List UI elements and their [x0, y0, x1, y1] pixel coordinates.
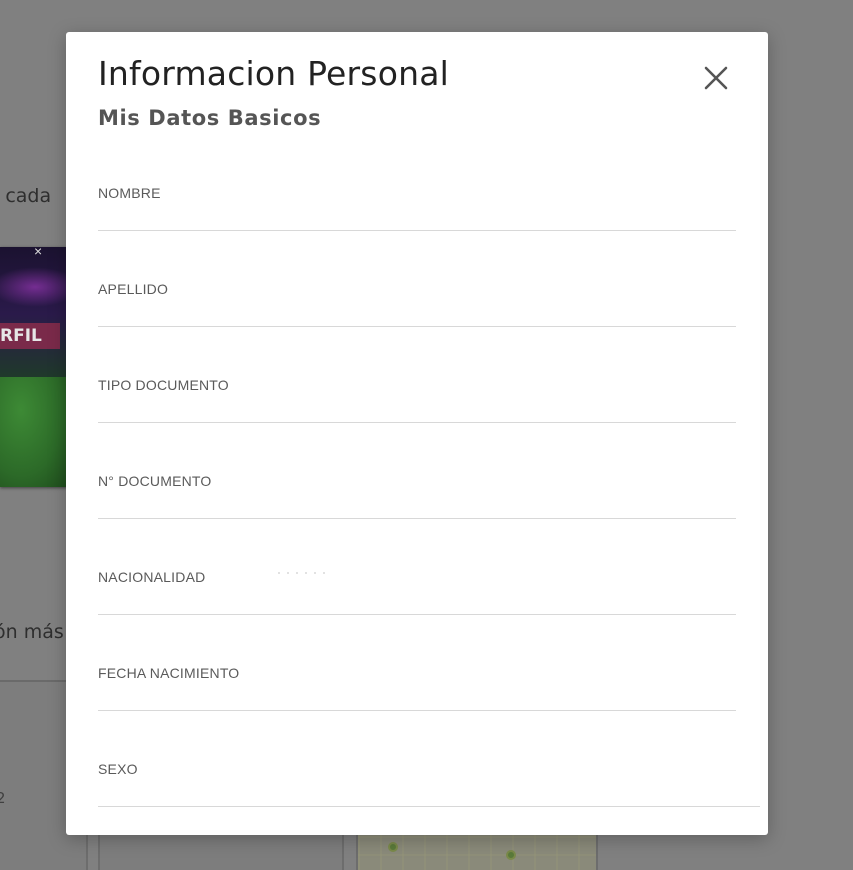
nacionalidad-input[interactable] — [98, 588, 736, 610]
modal-subtitle: Mis Datos Basicos — [98, 106, 322, 130]
background-text: 2 — [0, 789, 6, 807]
banner-glow — [0, 267, 70, 307]
tipo-documento-label: TIPO DOCUMENTO — [98, 377, 229, 393]
apellido-label: APELLIDO — [98, 281, 169, 297]
numero-documento-label: N° DOCUMENTO — [98, 473, 212, 489]
numero-documento-input[interactable] — [98, 492, 736, 514]
background-banner-image: × RFIL — [0, 247, 70, 487]
background-text: ón más — [0, 621, 64, 643]
close-icon — [704, 66, 728, 90]
numero-documento-field[interactable]: N° DOCUMENTO — [98, 469, 736, 519]
background-map-thumbnail — [358, 834, 596, 870]
tipo-documento-field[interactable]: TIPO DOCUMENTO — [98, 373, 736, 423]
faint-placeholder-mark — [278, 572, 328, 574]
banner-close-icon: × — [34, 247, 43, 259]
nacionalidad-label: NACIONALIDAD — [98, 569, 206, 585]
sexo-input[interactable] — [98, 780, 760, 802]
close-button[interactable] — [700, 62, 732, 94]
apellido-input[interactable] — [98, 300, 736, 322]
fecha-nacimiento-input[interactable] — [98, 684, 736, 706]
map-pin-icon — [506, 850, 516, 860]
nacionalidad-field[interactable]: NACIONALIDAD — [98, 565, 736, 615]
banner-figure — [0, 377, 70, 487]
nombre-input[interactable] — [98, 204, 736, 226]
background-text: l cada — [0, 185, 52, 207]
map-pin-icon — [388, 842, 398, 852]
nombre-label: NOMBRE — [98, 185, 161, 201]
tipo-documento-input[interactable] — [98, 396, 736, 418]
sexo-label: SEXO — [98, 761, 138, 777]
apellido-field[interactable]: APELLIDO — [98, 277, 736, 327]
banner-label: RFIL — [0, 323, 60, 349]
personal-info-modal: Informacion Personal Mis Datos Basicos N… — [66, 32, 768, 835]
modal-title: Informacion Personal — [98, 54, 449, 93]
sexo-field[interactable]: SEXO — [98, 757, 760, 807]
fecha-nacimiento-label: FECHA NACIMIENTO — [98, 665, 240, 681]
fecha-nacimiento-field[interactable]: FECHA NACIMIENTO — [98, 661, 736, 711]
nombre-field[interactable]: NOMBRE — [98, 181, 736, 231]
